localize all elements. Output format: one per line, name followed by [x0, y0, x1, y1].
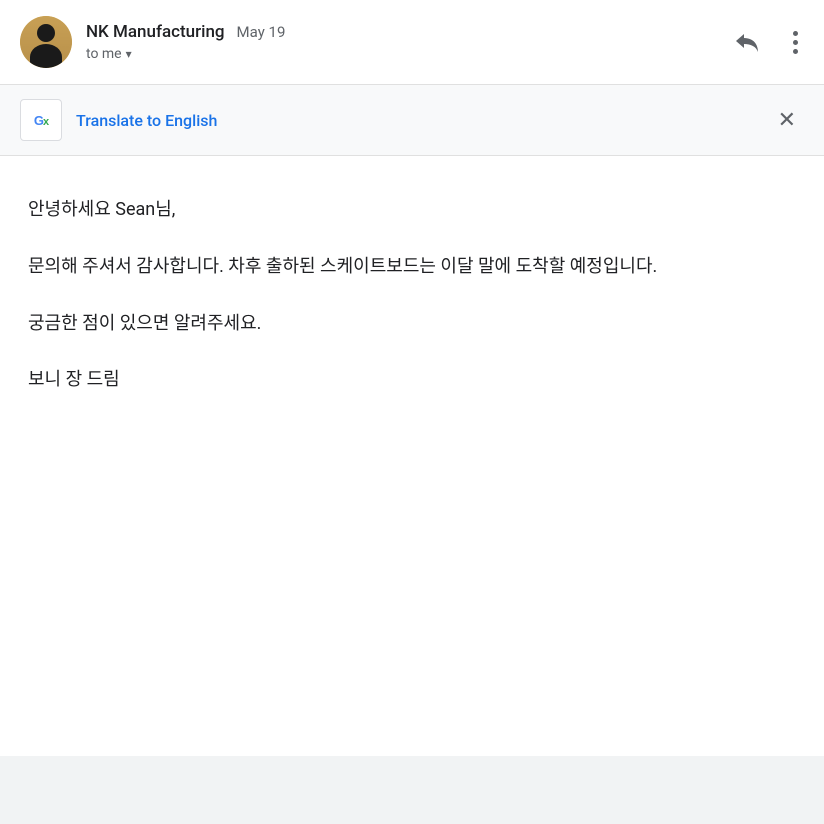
- email-paragraph-1: 문의해 주셔서 감사합니다. 차후 출하된 스케이트보드는 이달 말에 도착할 …: [28, 253, 796, 282]
- reply-button[interactable]: [727, 24, 767, 60]
- translate-left: Gx Translate to English: [20, 99, 217, 141]
- sender-details: NK Manufacturing May 19 to me ▾: [86, 22, 285, 62]
- more-options-button[interactable]: [787, 25, 804, 60]
- dot-icon: [793, 49, 798, 54]
- chevron-down-icon: ▾: [126, 47, 132, 61]
- close-icon: ✕: [778, 107, 796, 132]
- google-translate-logo: Gx: [34, 113, 48, 128]
- to-me-label: to me: [86, 46, 122, 62]
- email-body: 안녕하세요 Sean님, 문의해 주셔서 감사합니다. 차후 출하된 스케이트보…: [0, 156, 824, 756]
- translate-close-button[interactable]: ✕: [770, 105, 804, 135]
- header-actions: [727, 24, 804, 60]
- sender-info: NK Manufacturing May 19 to me ▾: [20, 16, 285, 68]
- email-paragraph-2: 궁금한 점이 있으면 알려주세요.: [28, 310, 796, 339]
- email-date: May 19: [237, 23, 286, 41]
- translate-to-english-link[interactable]: Translate to English: [76, 111, 217, 130]
- translate-banner: Gx Translate to English ✕: [0, 85, 824, 156]
- email-greeting: 안녕하세요 Sean님,: [28, 196, 796, 225]
- email-header: NK Manufacturing May 19 to me ▾: [0, 0, 824, 85]
- dot-icon: [793, 31, 798, 36]
- google-translate-icon: Gx: [20, 99, 62, 141]
- dot-icon: [793, 40, 798, 45]
- sender-name: NK Manufacturing: [86, 22, 225, 42]
- to-me-row[interactable]: to me ▾: [86, 46, 285, 62]
- avatar: [20, 16, 72, 68]
- email-closing: 보니 장 드림: [28, 366, 796, 395]
- sender-name-row: NK Manufacturing May 19: [86, 22, 285, 42]
- reply-icon: [733, 30, 761, 54]
